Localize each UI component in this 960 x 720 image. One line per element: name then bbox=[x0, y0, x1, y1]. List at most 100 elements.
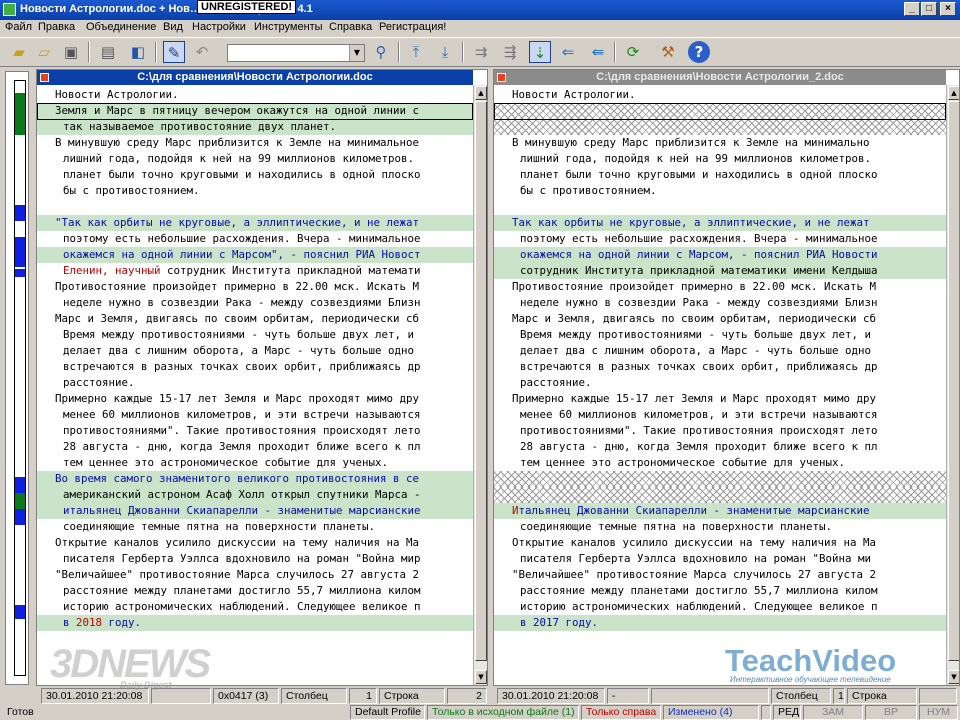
text-line[interactable]: в 2017 году. bbox=[494, 615, 946, 631]
menu-settings[interactable]: Настройки bbox=[192, 21, 246, 33]
scroll-down-icon[interactable]: ▼ bbox=[948, 670, 959, 684]
text-line[interactable]: менее 60 миллионов километров, и эти вст… bbox=[494, 407, 946, 423]
status-changed[interactable]: Изменено (4) bbox=[663, 705, 759, 720]
text-line[interactable]: Новости Астрологии. bbox=[37, 87, 473, 103]
text-line[interactable]: "Величайшее" противостояние Марса случил… bbox=[37, 567, 473, 583]
right-file-pane[interactable]: C:\для сравнения\Новости Астрологии_2.do… bbox=[493, 69, 960, 686]
text-line[interactable]: итальянец Джованни Скиапарелли - знамени… bbox=[37, 503, 473, 519]
chevron-down-icon[interactable]: ▼ bbox=[349, 45, 364, 61]
text-line[interactable]: в 2018 году. bbox=[37, 615, 473, 631]
print-icon[interactable]: ▤ bbox=[97, 41, 119, 63]
text-line[interactable]: неделе нужно в созвездии Рака - между со… bbox=[37, 295, 473, 311]
status-profile[interactable]: Default Profile bbox=[350, 705, 425, 720]
text-line[interactable]: планет были точно круговыми и находились… bbox=[494, 167, 946, 183]
text-line[interactable]: 28 августа - дню, когда Земля проходит б… bbox=[494, 439, 946, 455]
text-line[interactable]: менее 60 миллионов километров, и эти вст… bbox=[37, 407, 473, 423]
right-text-area[interactable]: Новости Астрологии. В минувшую среду Марс… bbox=[494, 87, 946, 685]
text-line[interactable]: Примерно каждые 15-17 лет Земля и Марс п… bbox=[37, 391, 473, 407]
text-line[interactable]: В минувшую среду Марс приблизится к Земл… bbox=[37, 135, 473, 151]
text-line[interactable]: соединяющие темные пятна на поверхности … bbox=[37, 519, 473, 535]
text-line[interactable]: поэтому есть небольшие расхождения. Вчер… bbox=[494, 231, 946, 247]
text-line[interactable]: Так как орбиты не круговые, а эллиптичес… bbox=[494, 215, 946, 231]
menu-file[interactable]: Файл bbox=[5, 21, 32, 33]
text-line[interactable]: делает два с лишним оборота, а Марс - чу… bbox=[37, 343, 473, 359]
text-line[interactable] bbox=[494, 119, 946, 135]
text-line[interactable]: Примерно каждые 15-17 лет Земля и Марс п… bbox=[494, 391, 946, 407]
move-left-icon[interactable]: ⇐ bbox=[557, 41, 579, 63]
text-line[interactable] bbox=[494, 103, 946, 119]
minimize-button[interactable]: _ bbox=[904, 2, 920, 16]
text-line[interactable]: Земля и Марс в пятницу вечером окажутся … bbox=[37, 103, 473, 119]
diff-overview-bar[interactable] bbox=[5, 71, 29, 685]
text-line[interactable]: планет были точно круговыми и находились… bbox=[37, 167, 473, 183]
text-line[interactable]: историю астрономических наблюдений. След… bbox=[494, 599, 946, 615]
copy-left-icon[interactable]: ⇉ bbox=[470, 41, 492, 63]
status-only-right[interactable]: Только справа bbox=[581, 705, 661, 720]
text-line[interactable]: Итальянец Джованни Скиапарелли - знамени… bbox=[494, 503, 946, 519]
text-line[interactable]: расстояние между планетами достигло 55,7… bbox=[494, 583, 946, 599]
scroll-down-icon[interactable]: ▼ bbox=[475, 670, 487, 684]
open-pair-icon[interactable]: ▱ bbox=[33, 41, 55, 63]
bottom-icon[interactable]: ⤓ bbox=[434, 41, 456, 63]
scroll-up-icon[interactable]: ▲ bbox=[475, 86, 487, 100]
text-line[interactable]: Еленин, научный сотрудник Института прик… bbox=[37, 263, 473, 279]
help-icon[interactable]: ? bbox=[688, 41, 710, 63]
right-scroll-thumb[interactable] bbox=[948, 101, 959, 661]
text-line[interactable]: американский астроном Асаф Холл открыл с… bbox=[37, 487, 473, 503]
text-line[interactable]: бы с противостоянием. bbox=[37, 183, 473, 199]
text-line[interactable]: В минувшую среду Марс приблизится к Земл… bbox=[494, 135, 946, 151]
text-line[interactable]: Новости Астрологии. bbox=[494, 87, 946, 103]
text-line[interactable]: расстояние. bbox=[494, 375, 946, 391]
print-preview-icon[interactable]: ◧ bbox=[127, 41, 149, 63]
tools-icon[interactable]: ⚒ bbox=[657, 41, 679, 63]
edit-icon[interactable]: ✎ bbox=[163, 41, 185, 63]
undo-icon[interactable]: ↶ bbox=[191, 41, 213, 63]
left-scroll-thumb[interactable] bbox=[475, 101, 487, 661]
text-line[interactable]: Открытие каналов усилило дискуссии на те… bbox=[37, 535, 473, 551]
text-line[interactable]: сотрудник Института прикладной математик… bbox=[494, 263, 946, 279]
text-line[interactable]: писателя Герберта Уэллса вдохновило на р… bbox=[37, 551, 473, 567]
search-icon[interactable]: ⚲ bbox=[370, 41, 392, 63]
text-line[interactable]: поэтому есть небольшие расхождения. Вчер… bbox=[37, 231, 473, 247]
right-vertical-scrollbar[interactable]: ▲ ▼ bbox=[946, 85, 959, 685]
copy-right-icon[interactable]: ⇶ bbox=[499, 41, 521, 63]
text-line[interactable] bbox=[494, 199, 946, 215]
text-line[interactable]: бы с противостоянием. bbox=[494, 183, 946, 199]
text-line[interactable]: "Величайшее" противостояние Марса случил… bbox=[494, 567, 946, 583]
text-line[interactable]: Противостояние произойдет примерно в 22.… bbox=[494, 279, 946, 295]
text-line[interactable]: так называемое противостояние двух плане… bbox=[37, 119, 473, 135]
search-combo[interactable]: ▼ bbox=[227, 44, 365, 62]
refresh-icon[interactable]: ⟳ bbox=[622, 41, 644, 63]
menu-help[interactable]: Справка bbox=[329, 21, 372, 33]
text-line[interactable]: Во время самого знаменитого великого про… bbox=[37, 471, 473, 487]
text-line[interactable]: лишний года, подойдя к ней на 99 миллион… bbox=[494, 151, 946, 167]
left-vertical-scrollbar[interactable]: ▲ ▼ bbox=[473, 85, 487, 685]
text-line[interactable]: Время между противостояниями - чуть боль… bbox=[494, 327, 946, 343]
text-line[interactable]: лишний года, подойдя к ней на 99 миллион… bbox=[37, 151, 473, 167]
move-left-all-icon[interactable]: ⇚ bbox=[587, 41, 609, 63]
menu-registration[interactable]: Регистрация! bbox=[379, 21, 446, 33]
scroll-up-icon[interactable]: ▲ bbox=[948, 86, 959, 100]
text-line[interactable] bbox=[37, 199, 473, 215]
close-button[interactable]: × bbox=[940, 2, 956, 16]
menu-view[interactable]: Вид bbox=[163, 21, 183, 33]
text-line[interactable]: тем ценнее это астрономическое событие д… bbox=[37, 455, 473, 471]
text-line[interactable]: Марс и Земля, двигаясь по своим орбитам,… bbox=[494, 311, 946, 327]
text-line[interactable]: "Так как орбиты не круговые, а эллиптиче… bbox=[37, 215, 473, 231]
text-line[interactable]: Марс и Земля, двигаясь по своим орбитам,… bbox=[37, 311, 473, 327]
text-line[interactable]: историю астрономических наблюдений. След… bbox=[37, 599, 473, 615]
status-only-source[interactable]: Только в исходном файле (1) bbox=[427, 705, 579, 720]
text-line[interactable]: делает два с лишним оборота, а Марс - чу… bbox=[494, 343, 946, 359]
left-file-pane[interactable]: C:\для сравнения\Новости Астрологии.doc … bbox=[36, 69, 488, 686]
top-icon[interactable]: ⤒ bbox=[405, 41, 427, 63]
text-line[interactable]: соединяющие темные пятна на поверхности … bbox=[494, 519, 946, 535]
text-line[interactable]: встречаются в разных точках своих орбит,… bbox=[37, 359, 473, 375]
text-line[interactable]: неделе нужно в созвездии Рака - между со… bbox=[494, 295, 946, 311]
text-line[interactable]: окажемся на одной линии с Марсом, - пояс… bbox=[494, 247, 946, 263]
text-line[interactable]: расстояние. bbox=[37, 375, 473, 391]
menu-merge[interactable]: Объединение bbox=[86, 21, 156, 33]
text-line[interactable]: Время между противостояниями - чуть боль… bbox=[37, 327, 473, 343]
maximize-button[interactable]: □ bbox=[921, 2, 937, 16]
left-text-area[interactable]: Новости Астрологии. Земля и Марс в пятниц… bbox=[37, 87, 473, 685]
text-line[interactable]: тем ценнее это астрономическое событие д… bbox=[494, 455, 946, 471]
